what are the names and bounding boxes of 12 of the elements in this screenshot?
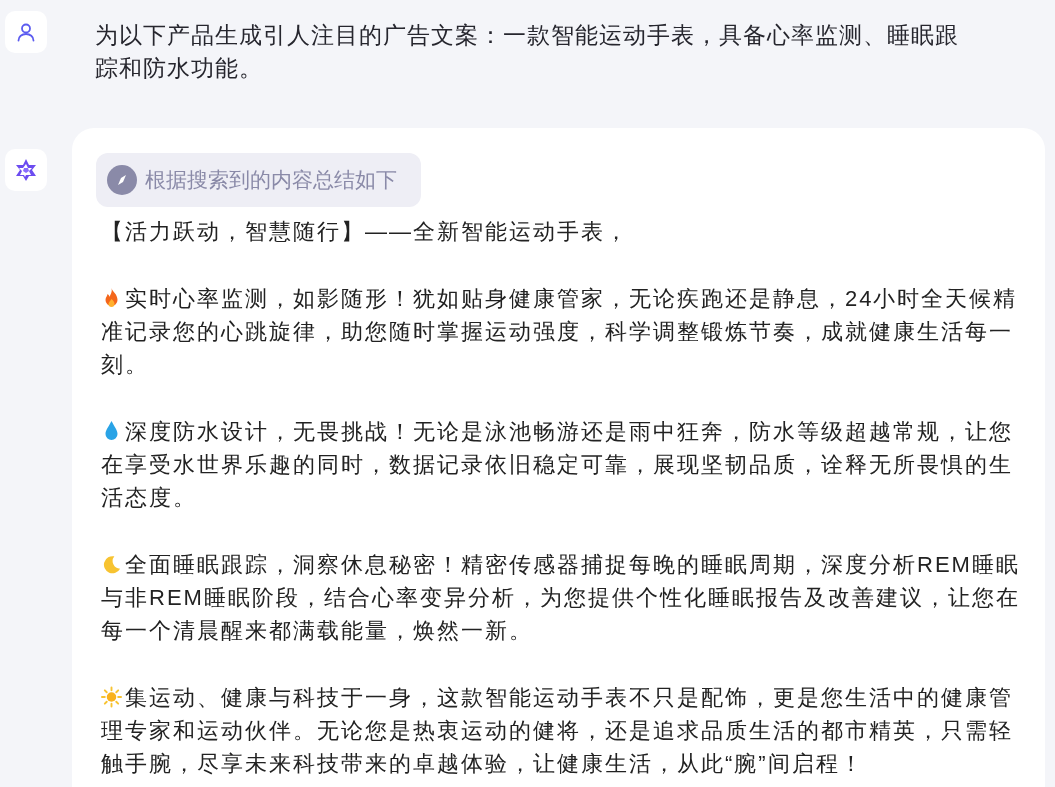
paragraph: 实时心率监测，如影随形！犹如贴身健康管家，无论疾跑还是静息，24小时全天候精准记录您的心跳旋律，助您随时掌握运动强度，科学调整锻炼节奏，成就健康生活每一刻。 <box>101 285 1019 379</box>
paragraph: 深度防水设计，无畏挑战！无论是泳池畅游还是雨中狂奔，防水等级超越常规，让您在享受水世界乐趣的同时，数据记录依旧稳定可靠，展现坚韧品质，诠释无所畏惧的生活态度。 <box>101 418 1014 512</box>
user-message: 为以下产品生成引人注目的广告文案：一款智能运动手表，具备心率监测、睡眠跟踪和防水功能。 <box>95 21 960 83</box>
paragraph: 全面睡眠跟踪，洞察休息秘密！精密传感器捕捉每晚的睡眠周期，深度分析REM睡眠与非REM睡眠阶段，结合心率变异分析，为您提供个性化睡眠报告及改善建议，让您在每一个清晨醒来都满载能量，焕然一新。 <box>101 551 1021 645</box>
logo-icon <box>13 157 39 183</box>
paragraph: 集运动、健康与科技于一身，这款智能运动手表不只是配饰，更是您生活中的健康管理专家和运动伙伴。无论您是热衷运动的健将，还是追求品质生活的都市精英，只需轻触手腕，尽享未来科技带来的卓越体验，让健康生活，从此“腕”间启程！ <box>101 684 1014 778</box>
sun-icon <box>101 686 122 708</box>
person-icon <box>16 22 36 42</box>
moon-icon <box>101 553 122 575</box>
compass-icon <box>107 165 137 195</box>
paragraph: 【活力跃动，智慧随行】——全新智能运动手表， <box>101 218 630 246</box>
search-summary-chip[interactable]: 根据搜索到的内容总结如下 <box>96 153 421 207</box>
